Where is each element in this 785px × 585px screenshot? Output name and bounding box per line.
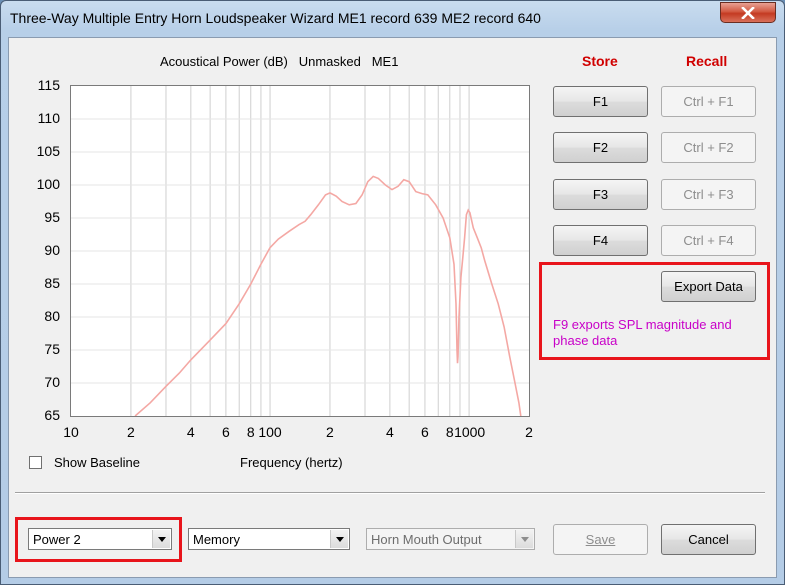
x-axis-label: Frequency (hertz) — [240, 455, 343, 470]
close-button[interactable] — [720, 2, 776, 23]
save-button[interactable]: Save — [553, 524, 648, 555]
power-dropdown-value: Power 2 — [33, 532, 81, 547]
window-title: Three-Way Multiple Entry Horn Loudspeake… — [10, 10, 541, 26]
acoustical-power-chart — [71, 86, 529, 417]
plot-area — [70, 85, 530, 417]
store-f4-button[interactable]: F4 — [553, 225, 648, 256]
save-button-label: Save — [585, 532, 616, 547]
y-tick-label: 70 — [44, 374, 60, 390]
x-tick-label: 100 — [258, 424, 282, 440]
store-header: Store — [582, 53, 618, 69]
separator — [15, 492, 765, 494]
x-tick-label: 2 — [525, 424, 533, 440]
recall-header: Recall — [686, 53, 728, 69]
recall-ctrl-f1-button[interactable]: Ctrl + F1 — [661, 86, 756, 117]
x-tick-label: 10 — [63, 424, 79, 440]
output-dropdown[interactable]: Horn Mouth Output — [366, 528, 535, 550]
x-tick-label: 4 — [385, 424, 394, 440]
y-tick-label: 75 — [44, 341, 60, 357]
y-tick-label: 110 — [37, 110, 60, 126]
store-f1-button[interactable]: F1 — [553, 86, 648, 117]
recall-ctrl-f2-button[interactable]: Ctrl + F2 — [661, 132, 756, 163]
show-baseline-label[interactable]: Show Baseline — [54, 455, 140, 470]
power-curve — [134, 175, 522, 417]
y-tick-label: 100 — [36, 176, 60, 192]
close-icon — [741, 7, 755, 19]
x-tick-label: 2 — [326, 424, 334, 440]
y-tick-label: 85 — [44, 275, 60, 291]
show-baseline-checkbox[interactable] — [29, 456, 42, 469]
chevron-down-icon — [515, 530, 533, 548]
y-tick-label: 115 — [37, 77, 60, 93]
y-tick-label: 80 — [44, 308, 60, 324]
output-dropdown-value: Horn Mouth Output — [371, 532, 482, 547]
memory-dropdown-value: Memory — [193, 532, 240, 547]
power-dropdown[interactable]: Power 2 — [28, 528, 172, 550]
recall-ctrl-f4-button[interactable]: Ctrl + F4 — [661, 225, 756, 256]
y-tick-label: 90 — [44, 242, 60, 258]
export-note: F9 exports SPL magnitude and phase data — [553, 317, 732, 348]
store-f2-button[interactable]: F2 — [553, 132, 648, 163]
x-tick-label: 4 — [186, 424, 195, 440]
chevron-down-icon — [152, 530, 170, 548]
chart-title: Acoustical Power (dB) Unmasked ME1 — [160, 54, 399, 69]
y-tick-label: 95 — [44, 209, 60, 225]
x-tick-label: 2 — [127, 424, 135, 440]
recall-ctrl-f3-button[interactable]: Ctrl + F3 — [661, 179, 756, 210]
memory-dropdown[interactable]: Memory — [188, 528, 350, 550]
export-data-button[interactable]: Export Data — [661, 271, 756, 302]
cancel-button[interactable]: Cancel — [661, 524, 756, 555]
store-f3-button[interactable]: F3 — [553, 179, 648, 210]
x-tick-label: 1000 — [454, 424, 486, 440]
y-tick-label: 105 — [36, 143, 60, 159]
y-tick-label: 65 — [44, 407, 60, 423]
chevron-down-icon — [330, 530, 348, 548]
